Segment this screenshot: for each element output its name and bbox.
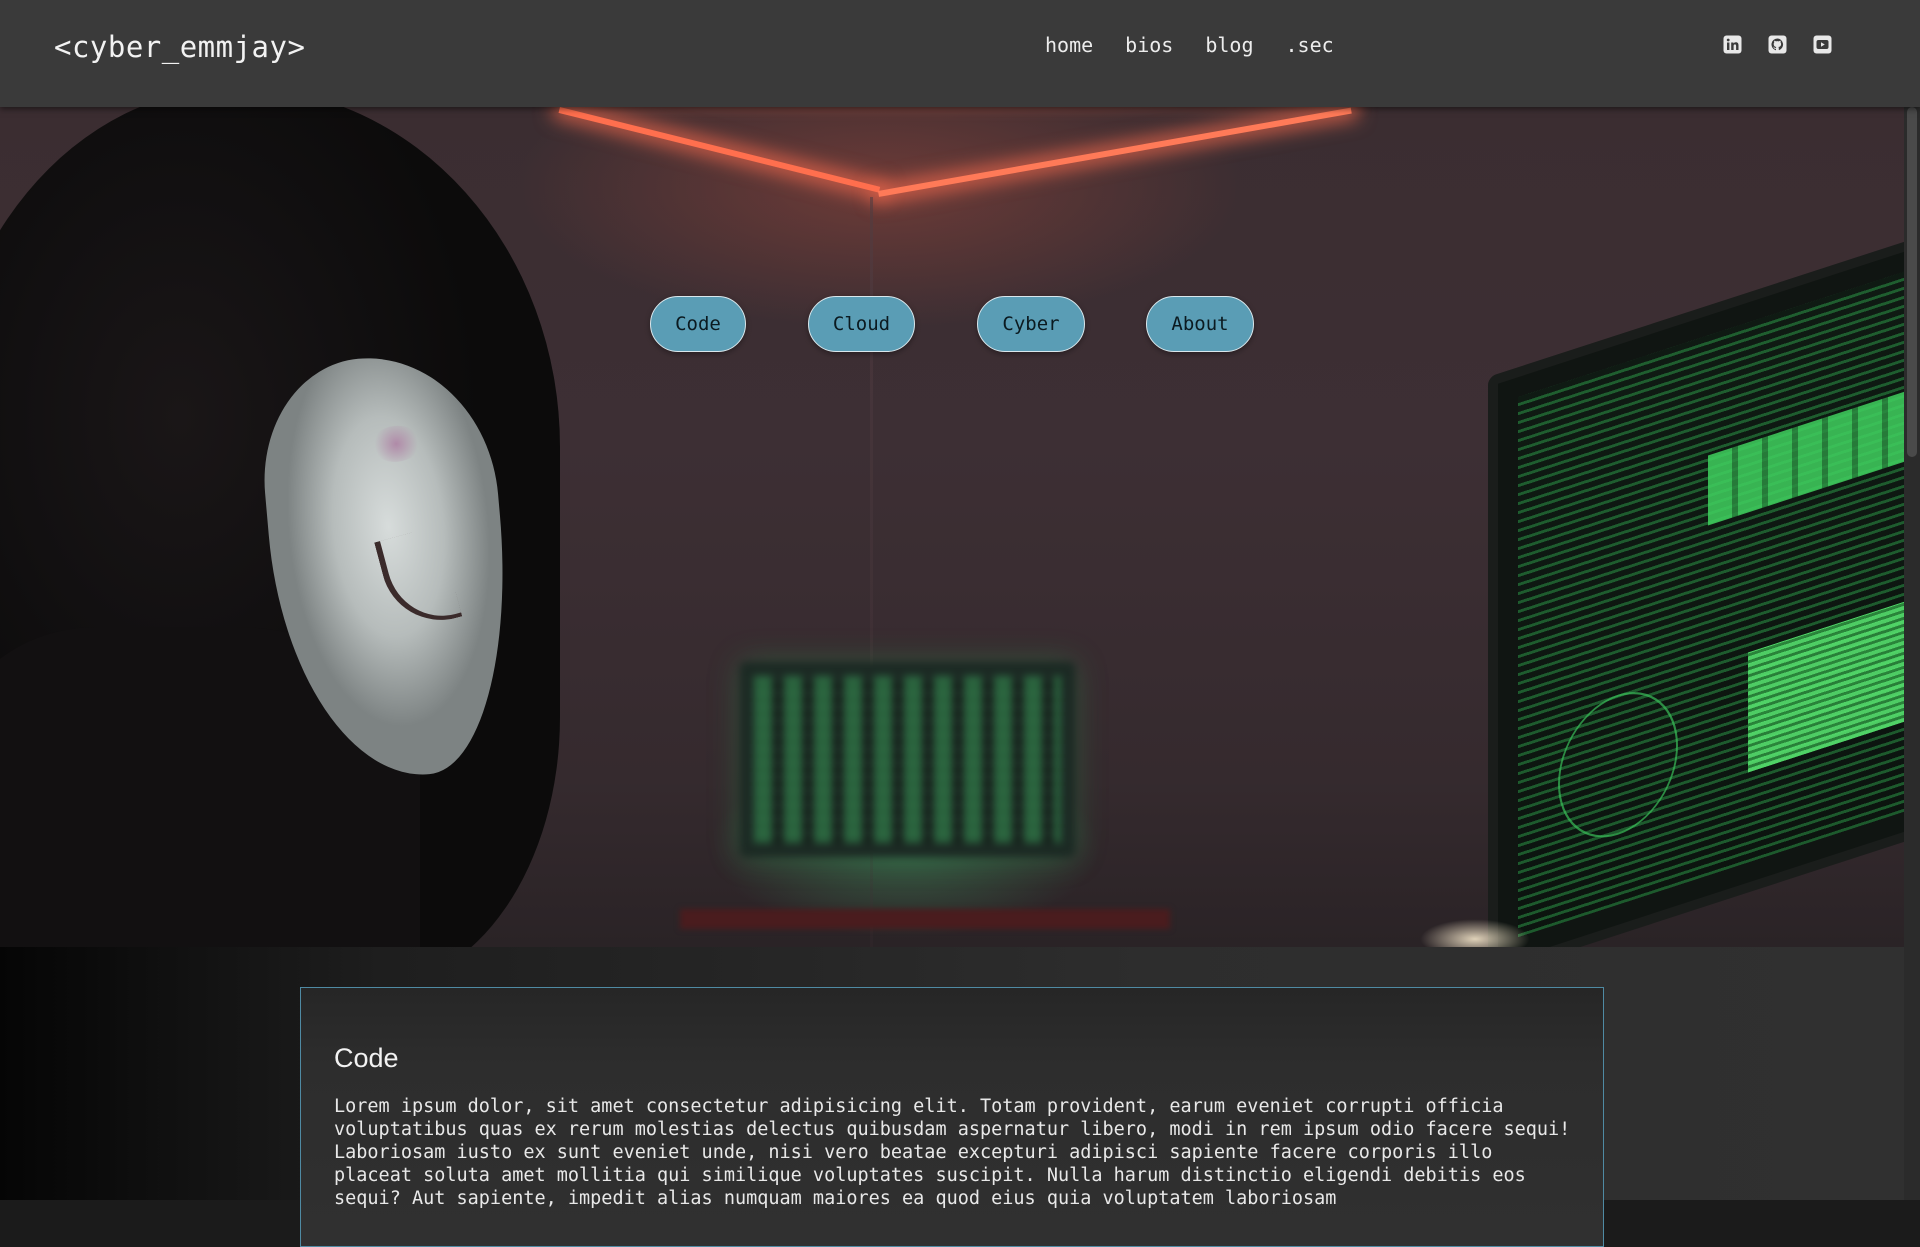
hero-button-row: Code Cloud Cyber About [0, 107, 1904, 947]
section-title: Code [334, 1043, 399, 1073]
main-nav: home bios blog .sec [1045, 33, 1366, 57]
cyber-button[interactable]: Cyber [977, 296, 1085, 352]
code-section-card: Code Lorem ipsum dolor, sit amet consect… [300, 987, 1604, 1247]
hero-banner: Code Cloud Cyber About [0, 107, 1904, 947]
nav-blog[interactable]: blog [1205, 33, 1253, 57]
scrollbar-thumb[interactable] [1907, 107, 1917, 457]
code-button[interactable]: Code [650, 296, 746, 352]
github-icon[interactable] [1767, 34, 1788, 55]
nav-home[interactable]: home [1045, 33, 1093, 57]
section-body: Lorem ipsum dolor, sit amet consectetur … [334, 1096, 1571, 1209]
linkedin-icon[interactable] [1722, 34, 1743, 55]
site-header: <cyber_emmjay> home bios blog .sec [0, 0, 1920, 107]
youtube-icon[interactable] [1812, 34, 1833, 55]
cloud-button[interactable]: Cloud [808, 296, 915, 352]
nav-bios[interactable]: bios [1125, 33, 1173, 57]
nav-sec[interactable]: .sec [1286, 33, 1334, 57]
page-scrollbar[interactable] [1904, 107, 1920, 1200]
site-logo[interactable]: <cyber_emmjay> [54, 30, 305, 64]
about-button[interactable]: About [1146, 296, 1254, 352]
social-links [1722, 34, 1833, 55]
